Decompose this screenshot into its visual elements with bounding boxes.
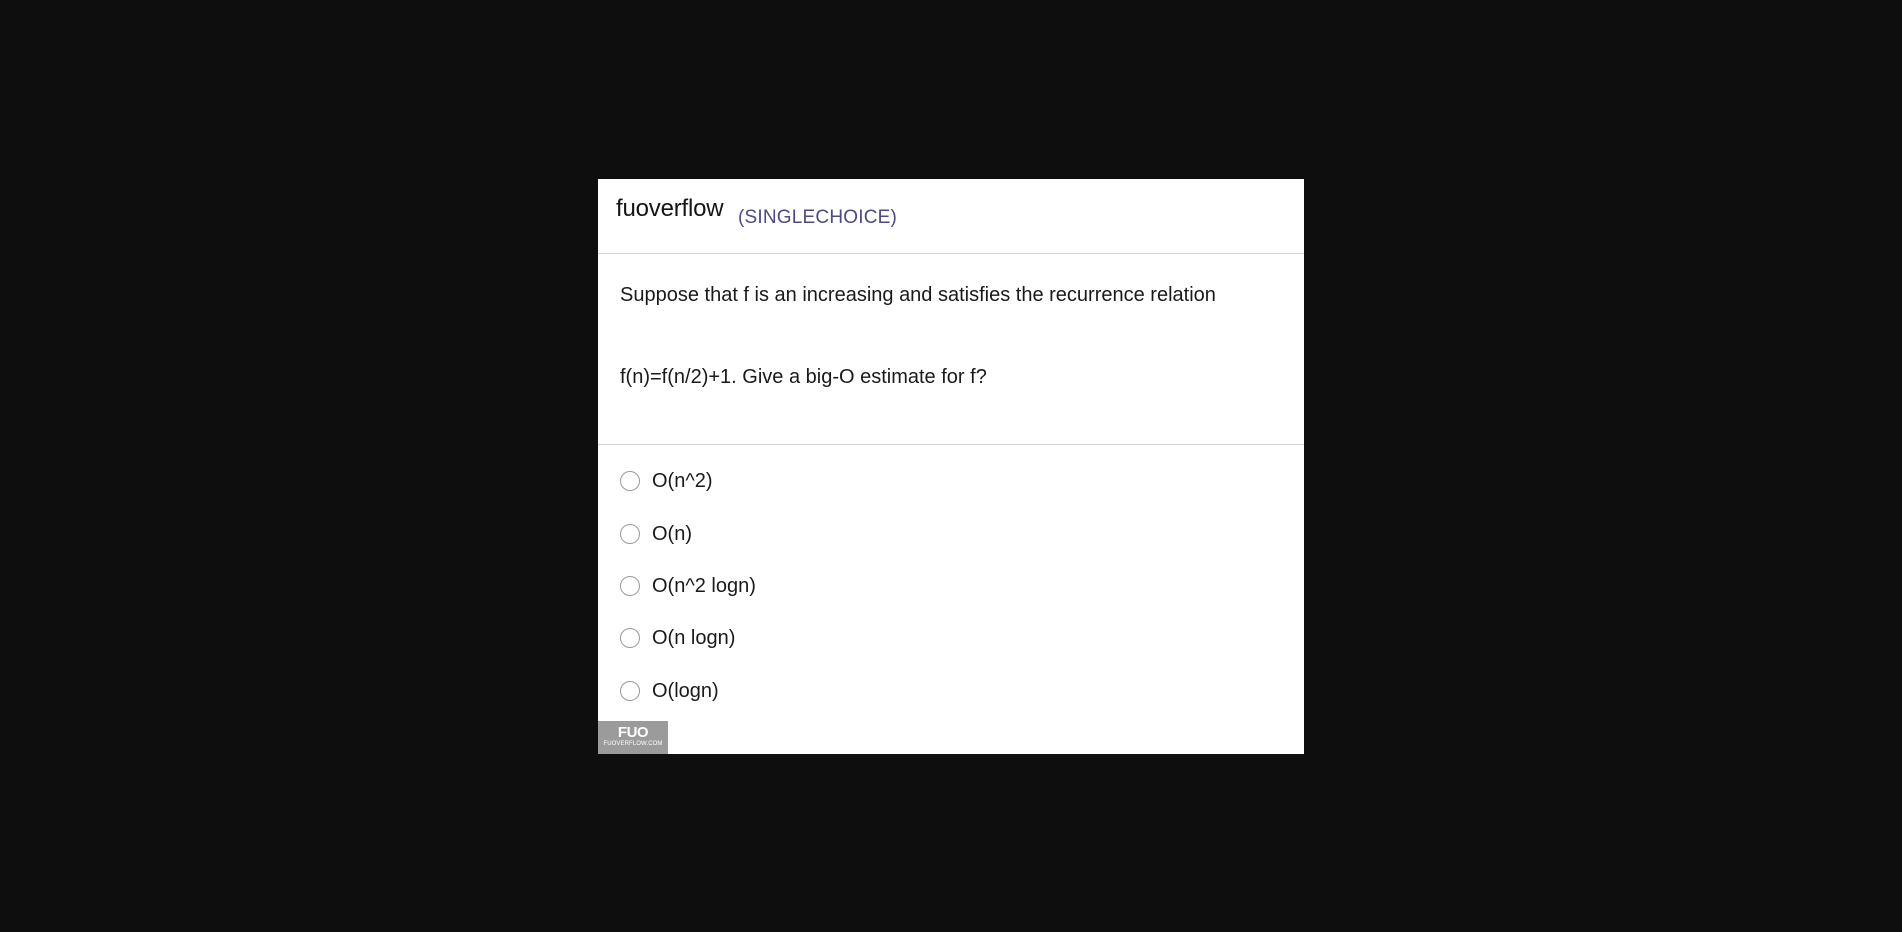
option-5[interactable]: O(logn) [620, 676, 719, 706]
option-3[interactable]: O(n^2 logn) [620, 571, 756, 601]
option-label: O(n logn) [652, 626, 736, 649]
option-2[interactable]: O(n) [620, 519, 692, 549]
watermark-logo-text: FUO [617, 724, 649, 741]
brand-name: fuoverflow [616, 195, 724, 222]
question-line-2: f(n)=f(n/2)+1. Give a big-O estimate for… [620, 366, 987, 388]
card-header: fuoverflow (SINGLECHOICE) [598, 179, 1304, 254]
radio-button[interactable] [620, 471, 640, 491]
question-card: fuoverflow (SINGLECHOICE) Suppose that f… [598, 179, 1304, 754]
question-text: Suppose that f is an increasing and sati… [598, 254, 1304, 445]
option-label: O(logn) [652, 679, 719, 702]
radio-button[interactable] [620, 576, 640, 596]
option-label: O(n^2 logn) [652, 574, 756, 597]
radio-button[interactable] [620, 681, 640, 701]
option-label: O(n) [652, 522, 692, 545]
watermark-site-text: FUOVERFLOW.COM [603, 741, 663, 747]
question-type-label: (SINGLECHOICE) [738, 207, 898, 228]
watermark-logo: FUO FUOVERFLOW.COM [598, 721, 668, 754]
option-label: O(n^2) [652, 469, 713, 492]
radio-button[interactable] [620, 524, 640, 544]
option-1[interactable]: O(n^2) [620, 466, 713, 496]
radio-button[interactable] [620, 628, 640, 648]
option-4[interactable]: O(n logn) [620, 623, 735, 653]
question-line-1: Suppose that f is an increasing and sati… [620, 284, 1216, 306]
